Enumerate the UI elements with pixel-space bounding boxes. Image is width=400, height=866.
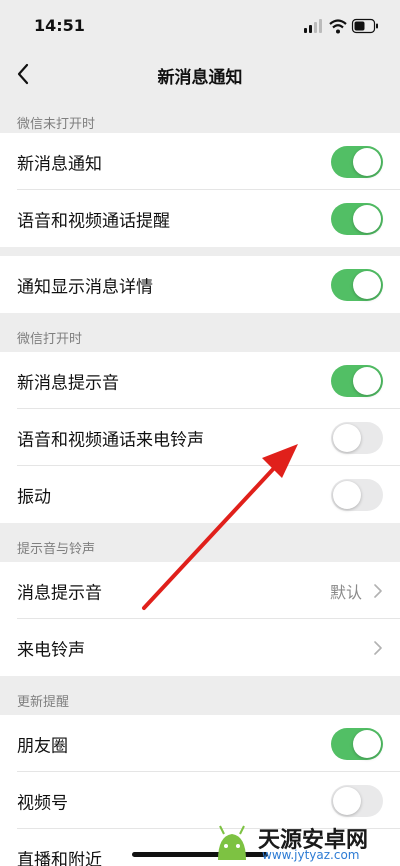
vibrate-switch[interactable]: [331, 478, 383, 511]
row-ringtone[interactable]: 来电铃声: [0, 619, 400, 676]
row-label: 视频号: [17, 793, 68, 813]
row-new-message-sound: 新消息提示音: [0, 352, 400, 409]
row-label: 通知显示消息详情: [17, 277, 153, 297]
switch-knob: [333, 786, 361, 815]
nav-bar: 新消息通知: [0, 50, 400, 98]
row-label: 语音和视频通话来电铃声: [17, 430, 204, 450]
section-header-wechat-open: 微信打开时: [0, 313, 400, 353]
page-title: 新消息通知: [157, 68, 243, 88]
row-label: 新消息提示音: [17, 373, 119, 393]
switch-knob: [353, 729, 381, 758]
voice-video-alert-switch[interactable]: [331, 202, 383, 235]
switch-knob: [353, 270, 381, 299]
section-title: 更新提醒: [17, 695, 70, 710]
battery-icon: [351, 18, 378, 34]
row-call-ringtone: 语音和视频通话来电铃声: [0, 409, 400, 466]
row-voice-video-alert: 语音和视频通话提醒: [0, 190, 400, 247]
signal-icon: [304, 19, 322, 33]
watermark: 天源安卓网 www.jytyaz.com: [208, 820, 400, 866]
row-label: 振动: [17, 487, 51, 507]
wifi-icon: [329, 19, 347, 34]
chevron-right-icon: [374, 640, 382, 655]
row-label: 朋友圈: [17, 736, 68, 756]
chevron-right-icon: [374, 583, 382, 598]
row-show-details: 通知显示消息详情: [0, 256, 400, 313]
row-label: 消息提示音: [17, 583, 102, 603]
row-new-message-notify: 新消息通知: [0, 133, 400, 190]
moments-switch[interactable]: [331, 727, 383, 760]
switch-knob: [353, 366, 381, 395]
switch-knob: [353, 147, 381, 176]
section-header-wechat-closed: 微信未打开时: [0, 98, 400, 138]
new-message-notify-switch[interactable]: [331, 145, 383, 178]
row-label: 语音和视频通话提醒: [17, 211, 170, 231]
new-message-sound-switch[interactable]: [331, 364, 383, 397]
row-label: 新消息通知: [17, 154, 102, 174]
switch-knob: [333, 423, 361, 452]
section-title: 提示音与铃声: [17, 542, 96, 557]
row-message-sound[interactable]: 消息提示音 默认: [0, 562, 400, 619]
show-details-switch[interactable]: [331, 268, 383, 301]
status-time: 14:51: [34, 16, 85, 35]
section-title: 微信打开时: [17, 332, 83, 347]
channels-switch[interactable]: [331, 784, 383, 817]
switch-knob: [333, 480, 361, 509]
watermark-url: www.jytyaz.com: [262, 848, 360, 862]
switch-knob: [353, 204, 381, 233]
row-value: 默认: [329, 582, 362, 602]
row-label: 来电铃声: [17, 640, 85, 660]
row-vibrate: 振动: [0, 466, 400, 523]
android-logo-icon: [218, 825, 246, 860]
call-ringtone-switch[interactable]: [331, 421, 383, 454]
row-label: 直播和附近: [17, 850, 102, 866]
row-moments: 朋友圈: [0, 715, 400, 772]
section-title: 微信未打开时: [17, 117, 96, 132]
status-bar: 14:51: [0, 0, 400, 50]
status-icons: [300, 16, 380, 36]
section-header-sounds: 提示音与铃声: [0, 523, 400, 563]
section-header-updates: 更新提醒: [0, 676, 400, 716]
